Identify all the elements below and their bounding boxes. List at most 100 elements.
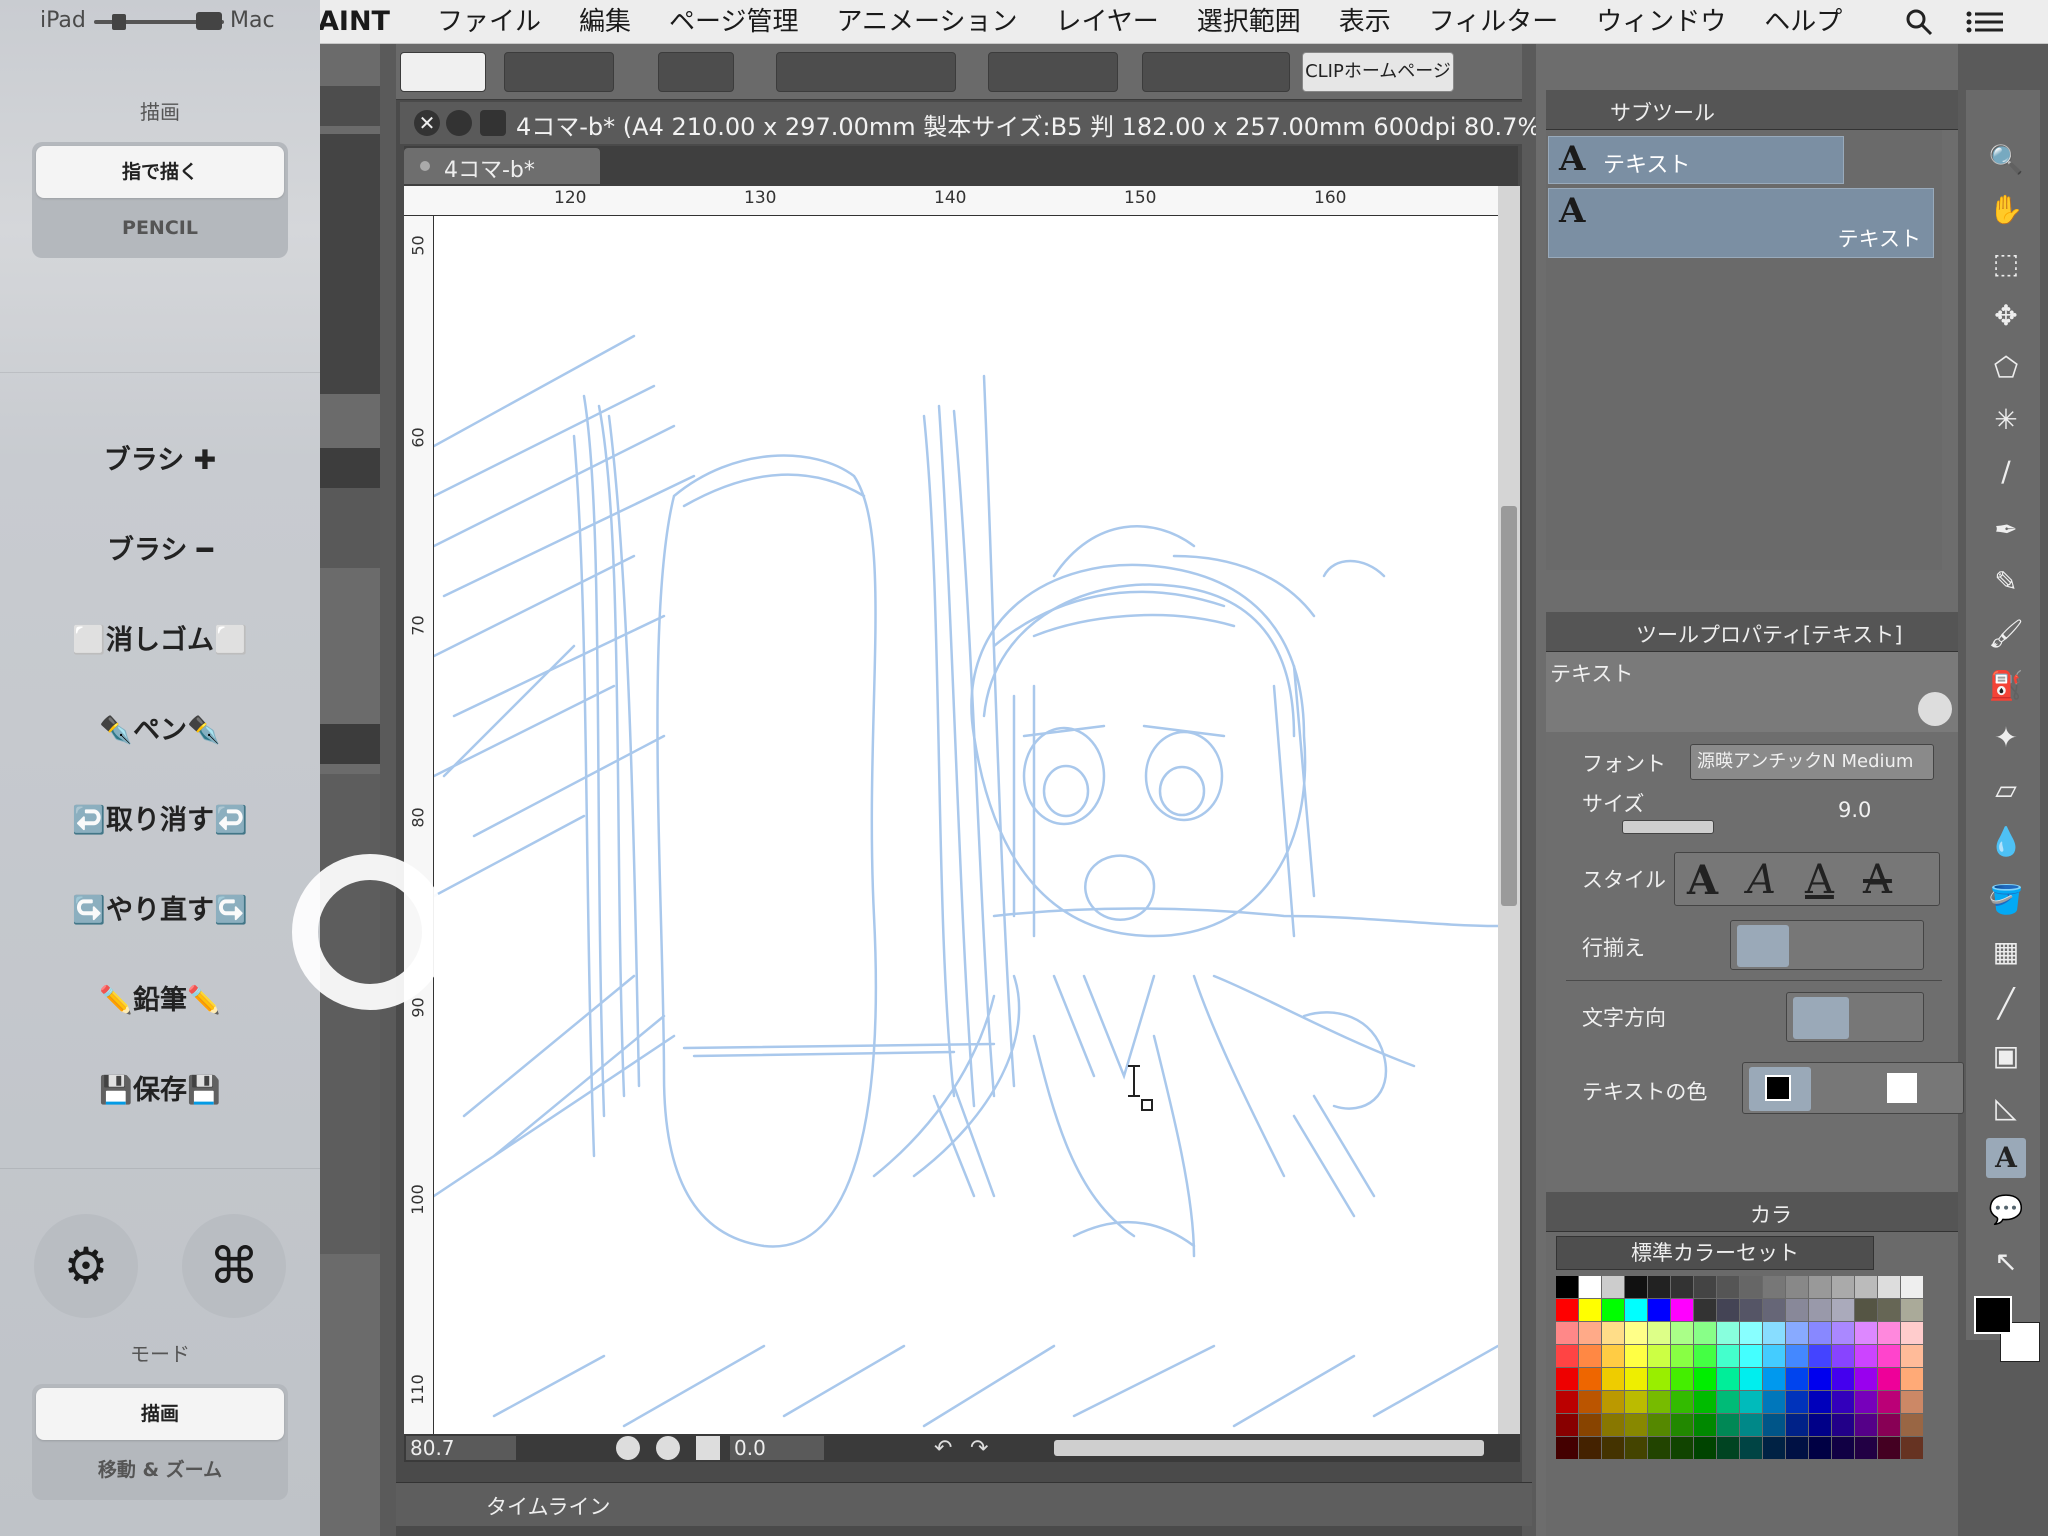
color-swatch[interactable] (1717, 1414, 1739, 1436)
color-swatch[interactable] (1809, 1391, 1831, 1413)
menu-animation[interactable]: アニメーション (818, 0, 1037, 44)
color-swatch[interactable] (1625, 1368, 1647, 1390)
color-swatch[interactable] (1786, 1414, 1808, 1436)
color-swatch[interactable] (1717, 1345, 1739, 1367)
color-swatch[interactable] (1602, 1345, 1624, 1367)
color-swatch[interactable] (1579, 1322, 1601, 1344)
color-swatch[interactable] (1556, 1414, 1578, 1436)
zoom-in-icon[interactable] (656, 1436, 680, 1460)
color-swatch[interactable] (1694, 1322, 1716, 1344)
color-swatch[interactable] (1602, 1299, 1624, 1321)
zoom-field[interactable]: 80.7 (406, 1436, 516, 1460)
color-swatch[interactable] (1740, 1437, 1762, 1459)
gradient-tool-icon[interactable]: ▦ (1986, 932, 2026, 972)
color-swatch[interactable] (1878, 1437, 1900, 1459)
clip-homepage-button[interactable]: CLIPホームページ (1302, 52, 1454, 92)
align-left-icon[interactable] (1737, 925, 1789, 967)
undo-redo-group[interactable] (658, 52, 734, 92)
redo-button[interactable]: ↪️やり直す↪️ (0, 888, 320, 927)
color-swatch[interactable] (1740, 1299, 1762, 1321)
figure-tool-icon[interactable]: ╱ (1986, 984, 2026, 1024)
color-swatch[interactable] (1740, 1322, 1762, 1344)
color-swatch[interactable] (1694, 1299, 1716, 1321)
color-swatch[interactable] (1855, 1368, 1877, 1390)
color-swatch[interactable] (1671, 1322, 1693, 1344)
color-swatch[interactable] (1648, 1276, 1670, 1298)
color-swatch[interactable] (1763, 1345, 1785, 1367)
color-swatch[interactable] (1901, 1368, 1923, 1390)
color-swatch[interactable] (1625, 1414, 1647, 1436)
control-list-icon[interactable] (1966, 7, 2004, 37)
color-swatch[interactable] (1855, 1345, 1877, 1367)
color-set-select[interactable]: 標準カラーセット (1556, 1236, 1874, 1270)
save-button[interactable]: 💾保存💾 (0, 1068, 320, 1107)
color-swatch[interactable] (1855, 1299, 1877, 1321)
color-swatch[interactable] (1671, 1276, 1693, 1298)
color-swatch[interactable] (1556, 1345, 1578, 1367)
color-swatch[interactable] (1556, 1391, 1578, 1413)
color-swatch[interactable] (1901, 1299, 1923, 1321)
operation-tool-icon[interactable]: ⬚ (1986, 244, 2026, 284)
color-swatch[interactable] (1786, 1299, 1808, 1321)
color-swatch[interactable] (1809, 1299, 1831, 1321)
move-tool-icon[interactable]: ✥ (1986, 296, 2026, 336)
color-swatch[interactable] (1717, 1276, 1739, 1298)
transparent-color-option[interactable] (1887, 1073, 1917, 1103)
hand-tool-icon[interactable]: ✋ (1986, 190, 2026, 230)
mode-move-zoom-option[interactable]: 移動 & ズーム (36, 1444, 284, 1496)
color-swatch[interactable] (1717, 1437, 1739, 1459)
strikethrough-icon[interactable]: A (1863, 857, 1892, 903)
zoom-tool-icon[interactable]: 🔍 (1986, 140, 2026, 180)
menu-filter[interactable]: フィルター (1410, 0, 1577, 44)
color-swatch[interactable] (1901, 1437, 1923, 1459)
align-right-icon[interactable] (1861, 925, 1913, 967)
color-swatch[interactable] (1648, 1345, 1670, 1367)
color-swatch[interactable] (1602, 1414, 1624, 1436)
color-swatch[interactable] (1717, 1391, 1739, 1413)
pen-button[interactable]: ✒️ペン✒️ (0, 708, 320, 747)
underline-icon[interactable]: A (1805, 857, 1834, 903)
pencil-option[interactable]: PENCIL (36, 202, 284, 254)
color-swatch[interactable] (1901, 1391, 1923, 1413)
color-swatch[interactable] (1602, 1322, 1624, 1344)
color-swatch[interactable] (1648, 1437, 1670, 1459)
device-toggle[interactable]: iPad Mac (0, 0, 320, 44)
color-swatch[interactable] (1556, 1276, 1578, 1298)
color-swatch[interactable] (1717, 1368, 1739, 1390)
color-swatch[interactable] (1832, 1322, 1854, 1344)
color-swatch[interactable] (1625, 1322, 1647, 1344)
menu-selection[interactable]: 選択範囲 (1178, 0, 1320, 44)
color-swatch[interactable] (1740, 1345, 1762, 1367)
pen-tool-icon[interactable]: ✒ (1986, 510, 2026, 550)
vertical-text-icon[interactable] (1859, 997, 1915, 1039)
clip-studio-icon[interactable] (400, 52, 486, 92)
color-swatch[interactable] (1901, 1345, 1923, 1367)
color-swatch[interactable] (1855, 1276, 1877, 1298)
color-swatch[interactable] (1579, 1391, 1601, 1413)
color-swatch[interactable] (1648, 1391, 1670, 1413)
style-buttons[interactable]: A A A A (1674, 852, 1940, 906)
color-swatch[interactable] (1671, 1345, 1693, 1367)
canvas-vertical-scrollbar[interactable] (1498, 186, 1520, 1434)
color-swatch[interactable] (1694, 1437, 1716, 1459)
color-swatch[interactable] (1855, 1391, 1877, 1413)
main-color-option[interactable] (1749, 1067, 1811, 1111)
color-swatch[interactable] (1625, 1345, 1647, 1367)
rotate-right-icon[interactable]: ↷ (970, 1436, 988, 1461)
color-swatch[interactable] (1878, 1414, 1900, 1436)
color-swatch[interactable] (1556, 1437, 1578, 1459)
color-swatch[interactable] (1832, 1299, 1854, 1321)
color-swatch[interactable] (1648, 1299, 1670, 1321)
color-swatch[interactable] (1786, 1437, 1808, 1459)
spotlight-search-icon[interactable] (1904, 7, 1934, 37)
file-buttons-group[interactable] (504, 52, 614, 92)
color-swatch[interactable] (1855, 1414, 1877, 1436)
color-swatch[interactable] (1763, 1437, 1785, 1459)
color-swatch[interactable] (1625, 1437, 1647, 1459)
ruler-tool-icon[interactable]: ◺ (1986, 1088, 2026, 1128)
balloon-tool-icon[interactable]: 💬 (1986, 1190, 2026, 1230)
menu-window[interactable]: ウィンドウ (1577, 0, 1745, 44)
color-swatch[interactable] (1717, 1299, 1739, 1321)
menu-view[interactable]: 表示 (1320, 0, 1410, 44)
color-swatch[interactable] (1740, 1391, 1762, 1413)
